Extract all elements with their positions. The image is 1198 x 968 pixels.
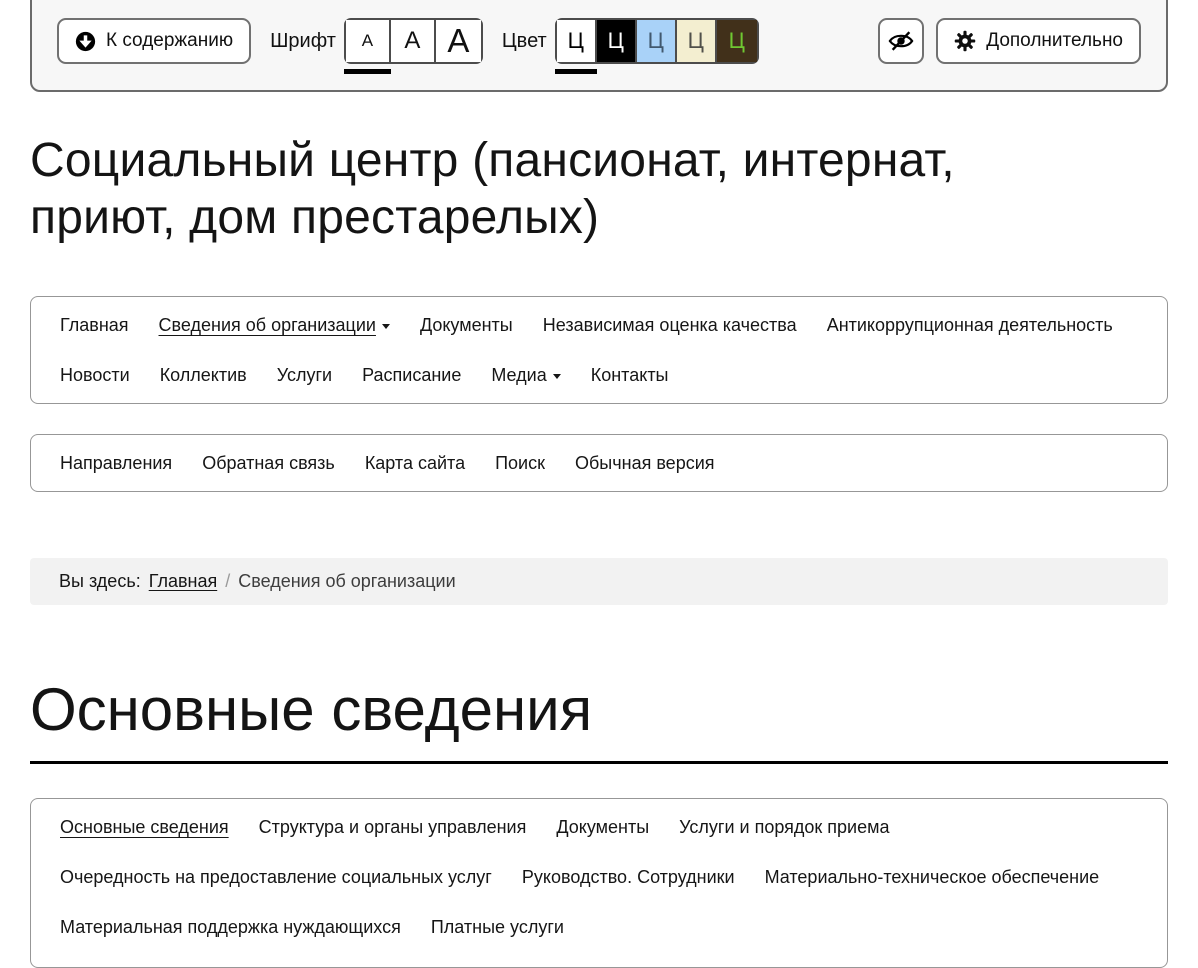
section-item-platnye-uslugi[interactable]: Платные услуги <box>431 916 564 938</box>
nav-item-uslugi[interactable]: Услуги <box>277 364 332 386</box>
settings-label: Дополнительно <box>986 30 1123 52</box>
nav-item-svedeniya-ob-organizacii[interactable]: Сведения об организации <box>159 314 390 336</box>
section-item-rukovodstvo[interactable]: Руководство. Сотрудники <box>522 866 735 888</box>
page: К содержанию Шрифт А А А Цвет Ц Ц Ц Ц Ц <box>30 0 1168 968</box>
to-content-label: К содержанию <box>106 30 233 52</box>
caret-down-icon <box>553 374 561 379</box>
toolbar-right-group: Дополнительно <box>878 18 1141 64</box>
gear-icon <box>954 30 976 52</box>
color-scheme-black-button[interactable]: Ц <box>597 20 637 62</box>
font-size-large-button[interactable]: А <box>436 20 481 62</box>
nav-item-obratnaya-svyaz[interactable]: Обратная связь <box>202 452 335 474</box>
site-title: Социальный центр (пансионат, интернат, п… <box>30 132 1168 246</box>
section-nav: Основные сведения Структура и органы упр… <box>30 798 1168 968</box>
font-size-small-button[interactable]: А <box>346 20 391 62</box>
nav-item-dokumenty[interactable]: Документы <box>420 314 513 336</box>
section-item-uslugi-poryadok[interactable]: Услуги и порядок приема <box>679 816 889 838</box>
breadcrumb-separator: / <box>225 571 230 592</box>
images-toggle-button[interactable] <box>878 18 924 64</box>
nav-item-novosti[interactable]: Новости <box>60 364 130 386</box>
breadcrumb: Вы здесь: Главная / Сведения об организа… <box>30 558 1168 605</box>
color-scheme-group: Ц Ц Ц Ц Ц <box>555 18 759 64</box>
font-label: Шрифт <box>270 30 336 53</box>
nav-item-obychnaya-versiya[interactable]: Обычная версия <box>575 452 715 474</box>
nav-item-kollektiv[interactable]: Коллектив <box>160 364 247 386</box>
accessibility-toolbar: К содержанию Шрифт А А А Цвет Ц Ц Ц Ц Ц <box>30 0 1168 92</box>
nav-item-glavnaya[interactable]: Главная <box>60 314 129 336</box>
font-size-group: А А А <box>344 18 483 64</box>
nav-item-nezavisimaya-ocenka[interactable]: Независимая оценка качества <box>543 314 797 336</box>
color-scheme-brown-button[interactable]: Ц <box>717 20 757 62</box>
nav-item-napravleniya[interactable]: Направления <box>60 452 172 474</box>
site-title-line2: приют, дом престарелых) <box>30 189 1168 246</box>
font-size-medium-button[interactable]: А <box>391 20 436 62</box>
nav-item-kontakty[interactable]: Контакты <box>591 364 669 386</box>
nav-item-raspisanie[interactable]: Расписание <box>362 364 461 386</box>
breadcrumb-prefix: Вы здесь: <box>59 571 141 592</box>
to-content-button[interactable]: К содержанию <box>57 18 251 64</box>
breadcrumb-current: Сведения об организации <box>238 571 455 592</box>
color-scheme-beige-button[interactable]: Ц <box>677 20 717 62</box>
page-title: Основные сведения <box>30 675 1168 745</box>
color-scheme-white-button[interactable]: Ц <box>557 20 597 62</box>
arrow-circle-down-icon <box>75 31 96 52</box>
section-item-struktura[interactable]: Структура и органы управления <box>259 816 527 838</box>
eye-slash-icon <box>888 29 914 53</box>
nav-item-karta-sayta[interactable]: Карта сайта <box>365 452 465 474</box>
breadcrumb-home-link[interactable]: Главная <box>149 571 218 592</box>
nav-item-antikorrupcionnaya[interactable]: Антикоррупционная деятельность <box>827 314 1113 336</box>
main-nav: Главная Сведения об организации Документ… <box>30 296 1168 404</box>
nav-item-poisk[interactable]: Поиск <box>495 452 545 474</box>
color-label: Цвет <box>502 30 547 53</box>
site-title-line1: Социальный центр (пансионат, интернат, <box>30 132 1168 189</box>
color-scheme-blue-button[interactable]: Ц <box>637 20 677 62</box>
caret-down-icon <box>382 324 390 329</box>
section-item-materialno-tehnicheskoe[interactable]: Материально-техническое обеспечение <box>765 866 1100 888</box>
section-item-dokumenty[interactable]: Документы <box>556 816 649 838</box>
settings-button[interactable]: Дополнительно <box>936 18 1141 64</box>
section-item-ocherednost[interactable]: Очередность на предоставление социальных… <box>60 866 492 888</box>
heading-divider <box>30 761 1168 764</box>
section-item-osnovnye-svedeniya[interactable]: Основные сведения <box>60 816 229 838</box>
nav-item-media[interactable]: Медиа <box>491 364 560 386</box>
section-item-materialnaya-podderzhka[interactable]: Материальная поддержка нуждающихся <box>60 916 401 938</box>
utility-nav: Направления Обратная связь Карта сайта П… <box>30 434 1168 492</box>
